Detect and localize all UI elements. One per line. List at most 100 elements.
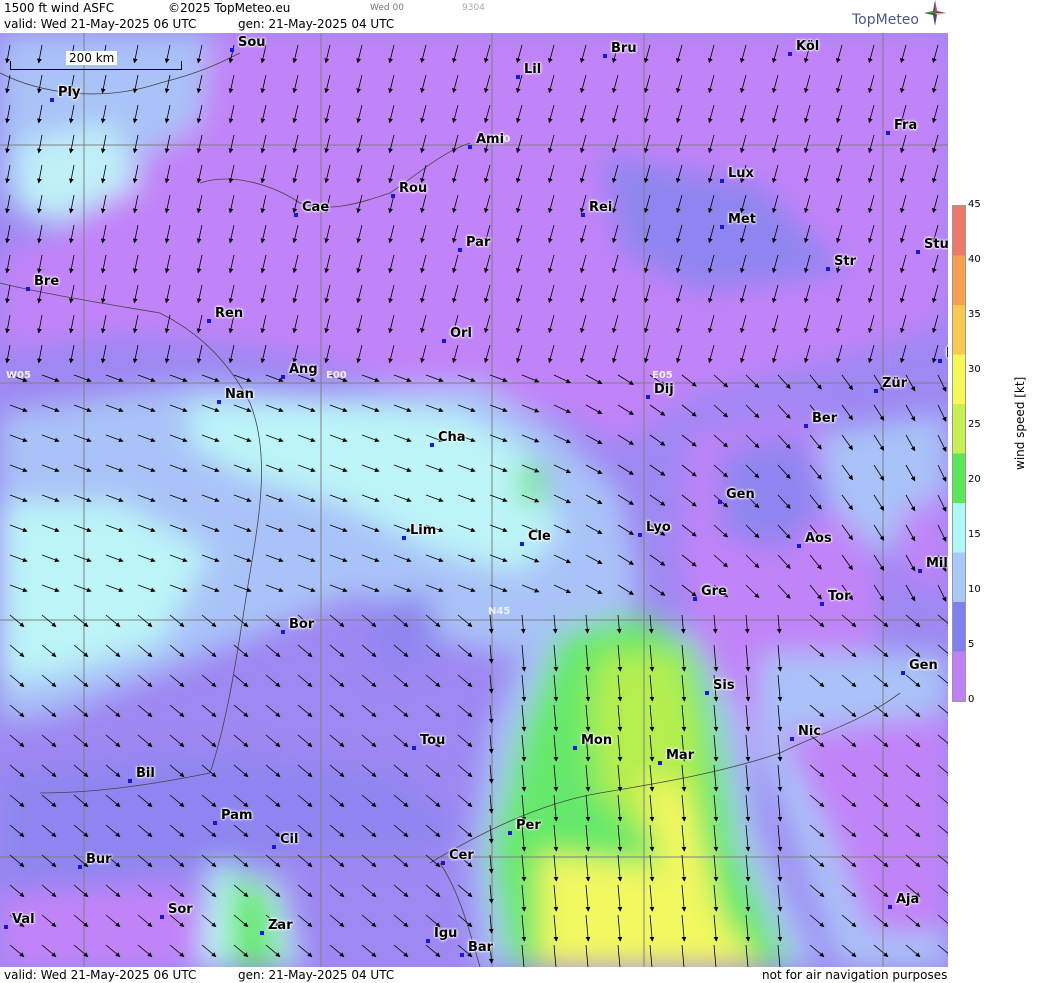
city-label: Ang [281,362,318,379]
city-label: Cer [441,848,474,865]
city-name: Tou [420,733,446,748]
city-marker [718,500,722,504]
city-name: Ber [812,411,838,426]
city-name: Bru [611,41,637,56]
legend-tick: 20 [968,474,981,485]
city-name: F [946,346,948,361]
city-label: Par [458,235,491,252]
topmeteo-logo: TopMeteo [852,0,946,28]
city-label: Ply [50,85,81,102]
city-label: Pam [213,808,253,825]
city-marker [826,267,830,271]
city-name: Aja [896,892,920,907]
city-label: Nic [790,724,822,741]
city-marker [78,865,82,869]
city-marker [516,75,520,79]
city-label: Orl [442,326,472,343]
city-marker [412,746,416,750]
city-name: Sou [238,35,266,50]
city-name: Nan [225,387,254,402]
city-label: Lyo [638,520,671,537]
lat-n45-label: N45 [488,606,511,617]
logo-text: TopMeteo [852,12,919,28]
legend-tick: 30 [968,364,981,375]
city-name: Fra [894,118,918,133]
city-name: Cil [280,832,299,847]
city-marker [230,48,234,52]
city-label: Sou [230,35,266,52]
city-label: Val [4,912,35,929]
legend-tick: 0 [968,694,975,705]
compass-star-icon [924,0,946,26]
city-marker [281,630,285,634]
city-name: Stu [924,237,948,252]
legend-tick: 45 [968,199,981,210]
city-name: Gen [726,487,755,502]
city-name: Cha [438,430,466,445]
city-name: Ami [476,132,505,147]
city-name: Bor [289,617,315,632]
city-marker [50,98,54,102]
city-label: Sor [160,902,193,919]
city-marker [160,915,164,919]
city-marker [260,931,264,935]
city-name: Lux [728,166,754,181]
city-marker [693,597,697,601]
city-marker [391,194,395,198]
city-marker [217,400,221,404]
city-name: Ply [58,85,81,100]
city-name: Bar [468,940,494,955]
city-label: Ami [468,132,505,149]
city-label: Igu [426,926,458,943]
city-label: Bar [460,940,494,957]
city-label: Stu [916,237,948,254]
run-code: 9304 [462,3,485,13]
city-name: Cle [528,529,551,544]
city-marker [874,389,878,393]
city-name: Lil [524,62,542,77]
city-label: Aos [797,531,832,548]
city-label: Cil [272,832,299,849]
city-name: Lim [410,523,437,538]
city-name: Nic [798,724,822,739]
city-label: Mar [658,748,695,765]
city-marker [458,248,462,252]
city-label: Bru [603,41,637,58]
footer-bar: valid: Wed 21-May-2025 06 UTC gen: 21-Ma… [0,967,948,983]
city-marker [658,761,662,765]
lon-e05-label: E05 [652,370,673,381]
city-label: Lil [516,62,542,79]
city-name: Cae [302,200,330,215]
city-name: Mil [926,556,948,571]
footer-generated-time: gen: 21-May-2025 04 UTC [238,968,395,982]
city-name: Rei [589,200,613,215]
city-marker [508,831,512,835]
city-marker [573,746,577,750]
city-label: Gre [693,584,727,601]
city-label: Lim [402,523,437,540]
wind-map[interactable]: 200 km N50 N45 W05 E00 E05 Sou Bru Köl Lil P… [0,33,948,967]
lon-w05-label: W05 [6,370,31,381]
city-label: Zür [874,376,908,393]
city-marker [790,737,794,741]
product-title: 1500 ft wind ASFC [4,1,115,15]
city-name: Met [728,212,756,227]
city-name: Par [466,235,491,250]
city-label: Köl [788,39,819,56]
city-marker [426,939,430,943]
city-name: Cer [449,848,474,863]
city-name: Igu [434,926,458,941]
legend-tick: 5 [968,639,975,650]
city-name: Mon [581,733,613,748]
city-marker [207,319,211,323]
city-name: Bre [34,274,60,289]
city-label: Gen [718,487,755,504]
wind-field [0,33,948,967]
city-name: Zür [882,376,908,391]
city-marker [402,536,406,540]
city-name: Aos [805,531,832,546]
city-label: Cle [520,529,551,546]
city-label: Bur [78,852,112,869]
city-label: Ber [804,411,838,428]
city-name: Mar [666,748,695,763]
